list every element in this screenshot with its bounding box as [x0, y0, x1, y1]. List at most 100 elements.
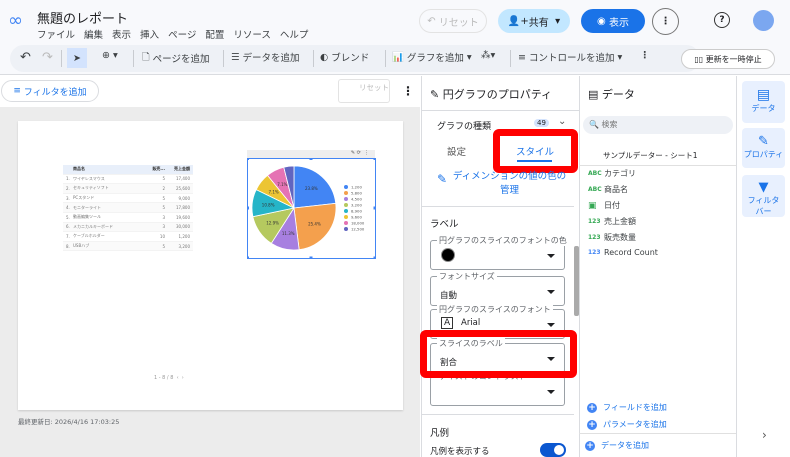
table-cell: 1.: [66, 176, 70, 182]
slice-label: 7.1%: [269, 189, 279, 194]
redo-icon[interactable]: ↷: [42, 50, 53, 65]
blend-button[interactable]: ◐ ブレンド: [320, 50, 369, 65]
rail-filter-label: フィルタバー: [747, 196, 780, 216]
pause-updates-button[interactable]: ▯▯ 更新を一時停止: [681, 49, 775, 69]
legend-label[interactable]: 5,800: [351, 191, 362, 196]
text-contrast-select[interactable]: テキストのコントラスト: [430, 371, 565, 406]
table-row[interactable]: 7. ケーブルホルダー 10 1,200: [63, 232, 193, 242]
add-parameter-button[interactable]: + パラメータを追加: [587, 419, 667, 430]
table-row[interactable]: 8. USBハブ 5 3,200: [63, 241, 193, 252]
avatar[interactable]: [753, 10, 774, 31]
font-size-select[interactable]: フォントサイズ 自動: [430, 271, 565, 306]
table-cell: ケーブルホルダー: [73, 233, 105, 239]
table-row[interactable]: 6. メカニカルキーボード 3 30,000: [63, 222, 193, 233]
resize-handle[interactable]: [247, 256, 249, 260]
menu-insert[interactable]: 挿入: [140, 30, 159, 41]
chevron-down-icon[interactable]: ⌄: [558, 116, 566, 127]
manage-dimension-colors-link[interactable]: ディメンションの値の色の管理: [452, 170, 567, 198]
menu-file[interactable]: ファイル: [37, 30, 75, 41]
header-product[interactable]: 商品名: [73, 166, 145, 172]
filterbar-more-icon[interactable]: ⋮: [402, 84, 414, 98]
slice-label: 10.8%: [262, 202, 275, 207]
header-sales[interactable]: 売上金額: [165, 166, 192, 172]
rail-properties-button[interactable]: ✎ プロパティ: [742, 128, 785, 168]
undo-icon[interactable]: ↶: [20, 50, 31, 65]
report-title[interactable]: 無題のレポート: [37, 8, 128, 27]
resize-handle[interactable]: [373, 158, 377, 160]
table-row[interactable]: 3. PCスタンド 5 9,000: [63, 194, 193, 204]
resize-handle[interactable]: [373, 256, 377, 260]
add-page-button[interactable]: 🗋 ページを追加: [142, 50, 209, 66]
help-icon[interactable]: ?: [714, 12, 730, 28]
legend-label[interactable]: 12,500: [351, 227, 365, 232]
resize-handle[interactable]: [373, 206, 377, 210]
menu-view[interactable]: 表示: [112, 30, 131, 41]
reset-button[interactable]: ↶ リセット: [419, 9, 487, 33]
legend-label[interactable]: 9,600: [351, 215, 362, 220]
table-row[interactable]: 1. ワイヤレスマウス 5 17,400: [63, 175, 193, 185]
menu-help[interactable]: ヘルプ: [280, 30, 309, 41]
rail-filterbar-button[interactable]: ▼ フィルタバー: [742, 175, 785, 217]
resize-handle[interactable]: [247, 158, 249, 160]
table-cell: 25,600: [176, 185, 190, 191]
legend-label[interactable]: 3,200: [351, 203, 362, 208]
add-chart-button[interactable]: 📊 グラフを追加 ▾: [392, 50, 472, 65]
data-table[interactable]: 商品名 販売... 売上金額 1. ワイヤレスマウス 5 17,400 2. セキュリティソフ…: [63, 165, 193, 252]
data-field[interactable]: 123 Record Count: [588, 248, 658, 257]
resize-handle[interactable]: [247, 206, 249, 210]
menu-page[interactable]: ページ: [168, 30, 196, 41]
data-source-name[interactable]: サンプルデーター - シート1: [603, 150, 698, 161]
table-cell: 8.: [66, 243, 70, 249]
add-data-button[interactable]: ☰ データを追加: [231, 50, 300, 65]
show-legend-toggle[interactable]: [540, 443, 566, 457]
add-control-button[interactable]: ≡ コントロールを追加 ▾: [518, 50, 622, 65]
font-size-value: 自動: [440, 291, 458, 301]
legend-label[interactable]: 8,900: [351, 209, 362, 214]
add-field-button[interactable]: + フィールドを追加: [587, 402, 667, 413]
add-data-panel-button[interactable]: + データを追加: [585, 440, 649, 451]
menu-edit[interactable]: 編集: [84, 30, 103, 41]
community-viz-icon[interactable]: ⁂▾: [481, 50, 495, 61]
menu-arrange[interactable]: 配置: [205, 30, 224, 41]
looker-logo-icon: ∞: [8, 10, 23, 31]
expand-chevron-icon[interactable]: ›: [762, 428, 767, 442]
data-field[interactable]: ▣ 日付: [588, 200, 620, 211]
table-row[interactable]: 2. セキュリティソフト 2 25,600: [63, 184, 193, 194]
select-cursor-icon[interactable]: ➤: [67, 48, 87, 68]
resize-handle[interactable]: [309, 256, 313, 260]
rail-data-button[interactable]: ▤ データ: [742, 81, 785, 123]
legend-marker: [344, 209, 348, 213]
data-field[interactable]: ABC 商品名: [588, 184, 628, 195]
legend-marker: [344, 185, 348, 189]
table-cell: 7.: [66, 233, 70, 239]
share-label: 共有: [528, 17, 549, 29]
pie-chart[interactable]: 23.8% 1,200 25.4% 5,800 11.3% 4,500 12.9% 3,200…: [247, 158, 376, 259]
table-pagination[interactable]: 1 - 8 / 8 ‹ ›: [154, 375, 184, 381]
share-button[interactable]: 👤+ 共有 ▾: [498, 9, 570, 33]
filter-reset-button[interactable]: リセット: [338, 79, 390, 103]
chart-type-label[interactable]: グラフの種類: [437, 119, 491, 132]
data-field[interactable]: 123 販売数量: [588, 232, 636, 243]
field-name: 販売数量: [604, 233, 636, 242]
header-qty[interactable]: 販売...: [145, 166, 165, 172]
toolbar-more-icon[interactable]: ⋮: [640, 50, 650, 61]
more-options-button[interactable]: ⋮: [652, 8, 679, 35]
tab-setup[interactable]: 設定: [447, 144, 466, 158]
add-filter-button[interactable]: ≡ フィルタを追加: [1, 80, 99, 102]
font-icon: A: [441, 317, 454, 329]
table-cell: 19,600: [176, 214, 190, 220]
slice-font-color-select[interactable]: 円グラフのスライスのフォントの色: [430, 235, 569, 270]
legend-label[interactable]: 1,200: [351, 185, 362, 190]
view-button[interactable]: ◉ 表示: [581, 9, 645, 33]
data-field[interactable]: ABC カテゴリ: [588, 168, 636, 179]
resize-handle[interactable]: [309, 158, 313, 160]
menu-resource[interactable]: リソース: [233, 30, 271, 41]
data-field[interactable]: 123 売上金額: [588, 216, 636, 227]
legend-label[interactable]: 18,000: [351, 221, 365, 226]
table-row[interactable]: 5. 動画編集ツール 3 19,600: [63, 213, 193, 223]
data-search-input[interactable]: 🔍 検索: [583, 116, 733, 134]
table-row[interactable]: 4. モニターライト 5 17,800: [63, 203, 193, 213]
legend-label[interactable]: 4,500: [351, 197, 362, 202]
zoom-icon[interactable]: ⊕ ▾: [102, 50, 118, 61]
legend-marker: [344, 197, 348, 201]
